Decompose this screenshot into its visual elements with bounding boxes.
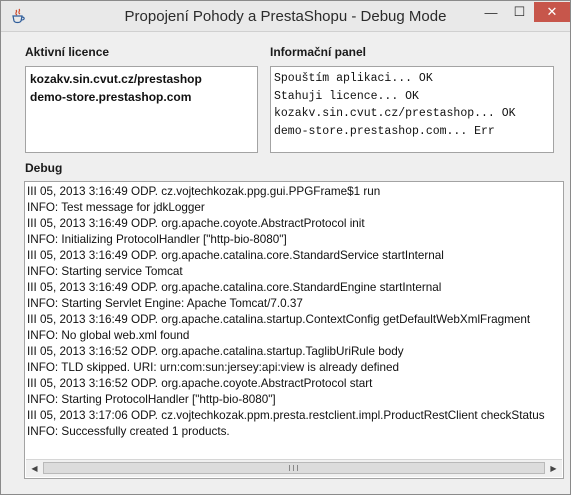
title-bar[interactable]: Propojení Pohody a PrestaShopu - Debug M… (1, 1, 570, 32)
licences-label: Aktivní licence (25, 45, 110, 59)
debug-line: III 05, 2013 3:16:49 ODP. org.apache.cat… (27, 281, 442, 294)
minimize-button[interactable]: — (477, 2, 505, 22)
debug-line: III 05, 2013 3:16:49 ODP. org.apache.coy… (27, 217, 365, 230)
debug-log[interactable]: III 05, 2013 3:16:49 ODP. cz.vojtechkoza… (24, 181, 564, 479)
debug-line: III 05, 2013 3:16:49 ODP. org.apache.cat… (27, 313, 531, 326)
arrow-right-icon: ▶ (550, 464, 557, 473)
debug-line: III 05, 2013 3:16:49 ODP. cz.vojtechkoza… (27, 185, 381, 198)
close-button[interactable]: ✕ (534, 2, 570, 22)
grip-line (293, 465, 294, 471)
debug-line: III 05, 2013 3:17:06 ODP. cz.vojtechkoza… (27, 409, 545, 422)
licence-item[interactable]: demo-store.prestashop.com (30, 88, 253, 106)
debug-line: INFO: Starting service Tomcat (27, 265, 183, 278)
scroll-right-button[interactable]: ▶ (545, 460, 562, 477)
licence-item[interactable]: kozakv.sin.cvut.cz/prestashop (30, 70, 253, 88)
licence-list[interactable]: kozakv.sin.cvut.cz/prestashop demo-store… (25, 66, 258, 153)
debug-line: INFO: Initializing ProtocolHandler ["htt… (27, 233, 287, 246)
minimize-icon: — (484, 4, 498, 20)
debug-line: III 05, 2013 3:16:52 ODP. org.apache.cat… (27, 345, 404, 358)
debug-line: INFO: Successfully created 1 products. (27, 425, 230, 438)
scrollbar-thumb[interactable] (43, 462, 545, 474)
maximize-button[interactable]: ☐ (506, 2, 533, 22)
debug-label: Debug (25, 161, 63, 175)
debug-line: INFO: TLD skipped. URI: urn:com:sun:jers… (27, 361, 399, 374)
debug-text-area[interactable]: III 05, 2013 3:16:49 ODP. cz.vojtechkoza… (27, 184, 563, 440)
info-panel[interactable]: Spouštím aplikaci... OK Stahuji licence.… (270, 66, 554, 153)
info-line: Stahuji licence... OK (274, 89, 419, 103)
close-icon: ✕ (546, 4, 558, 19)
grip-line (289, 465, 290, 471)
debug-line: INFO: Test message for jdkLogger (27, 201, 205, 214)
debug-line: III 05, 2013 3:16:49 ODP. org.apache.cat… (27, 249, 444, 262)
main-window: Propojení Pohody a PrestaShopu - Debug M… (0, 0, 571, 495)
debug-line: INFO: Starting Servlet Engine: Apache To… (27, 297, 303, 310)
info-line: Spouštím aplikaci... OK (274, 72, 433, 85)
arrow-left-icon: ◀ (31, 464, 38, 473)
debug-line: INFO: No global web.xml found (27, 329, 190, 342)
grip-line (297, 465, 298, 471)
info-panel-label: Informační panel (270, 45, 367, 59)
horizontal-scrollbar[interactable]: ◀ ▶ (26, 459, 562, 477)
maximize-icon: ☐ (513, 4, 526, 19)
info-line: kozakv.sin.cvut.cz/prestashop... OK (274, 107, 516, 120)
debug-line: INFO: Starting ProtocolHandler ["http-bi… (27, 393, 276, 406)
info-line: demo-store.prestashop.com... Err (274, 124, 495, 138)
debug-line: III 05, 2013 3:16:52 ODP. org.apache.coy… (27, 377, 373, 390)
scroll-left-button[interactable]: ◀ (26, 460, 43, 477)
